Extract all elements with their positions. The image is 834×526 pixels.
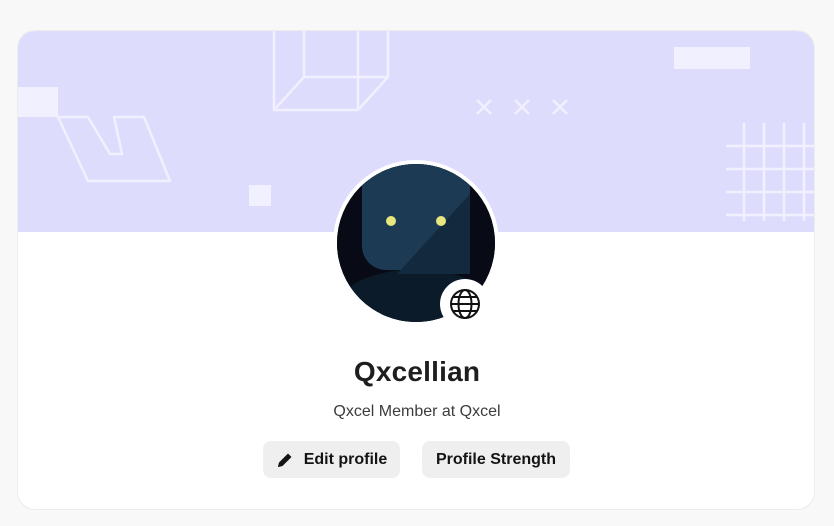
globe-icon — [450, 289, 480, 319]
edit-profile-button[interactable]: Edit profile — [263, 441, 400, 478]
profile-strength-button[interactable]: Profile Strength — [422, 441, 570, 478]
edit-profile-label: Edit profile — [303, 450, 388, 468]
profile-card: Qxcellian Qxcel Member at Qxcel Edit pro… — [17, 30, 815, 510]
profile-strength-label: Profile Strength — [435, 450, 556, 468]
profile-name: Qxcellian — [353, 356, 481, 387]
profile-subtitle: Qxcel Member at Qxcel — [333, 403, 501, 420]
pencil-icon — [277, 453, 292, 467]
visibility-badge[interactable] — [440, 279, 490, 329]
